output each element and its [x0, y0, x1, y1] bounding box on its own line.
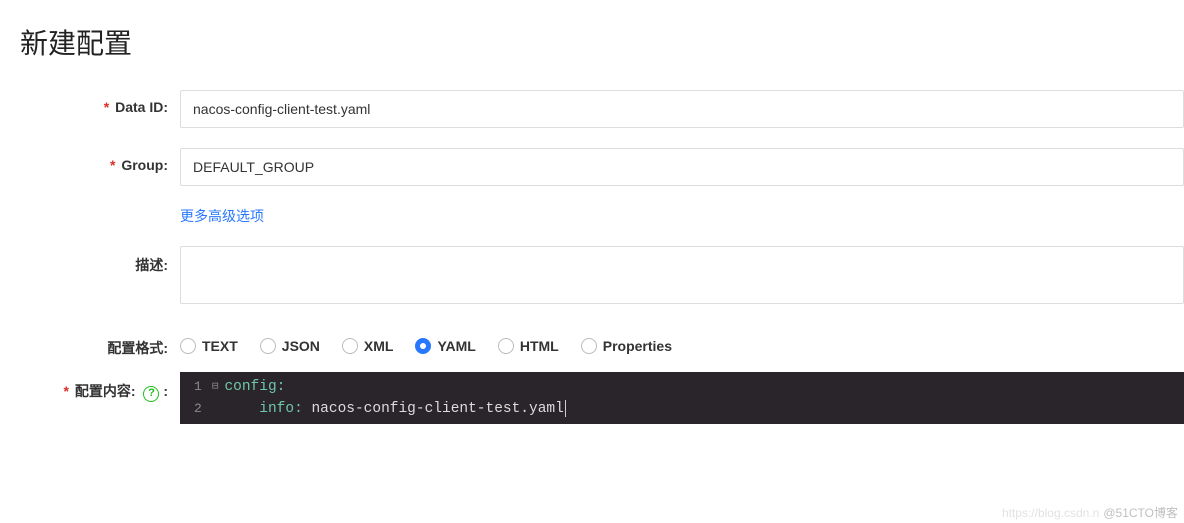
more-options-link[interactable]: 更多高级选项 — [180, 208, 264, 224]
row-group: * Group: — [0, 148, 1184, 186]
line-number: 1 — [194, 376, 202, 398]
radio-dot-icon — [581, 338, 597, 354]
format-radio-label: HTML — [520, 338, 559, 354]
format-radio-html[interactable]: HTML — [498, 338, 559, 354]
group-input[interactable] — [180, 148, 1184, 186]
radio-dot-icon — [415, 338, 431, 354]
format-radio-json[interactable]: JSON — [260, 338, 320, 354]
label-description: 描述: — [0, 246, 180, 275]
watermark-faint: https://blog.csdn.n — [1002, 506, 1099, 520]
code-line[interactable]: info: nacos-config-client-test.yaml — [224, 398, 565, 420]
required-asterisk: * — [64, 383, 69, 399]
editor-fold-column: ⊟ — [212, 372, 225, 424]
radio-dot-icon — [342, 338, 358, 354]
label-group: * Group: — [0, 148, 180, 173]
format-radio-label: JSON — [282, 338, 320, 354]
label-content-text: 配置内容: — [75, 383, 136, 399]
label-content: * 配置内容: ? : — [0, 372, 180, 402]
fold-marker-icon[interactable]: ⊟ — [212, 376, 219, 398]
format-radio-yaml[interactable]: YAML — [415, 338, 475, 354]
fold-marker-icon — [212, 398, 219, 420]
watermark-text: @51CTO博客 — [1103, 504, 1178, 521]
watermark: https://blog.csdn.n @51CTO博客 — [1002, 504, 1178, 521]
row-more-options: 更多高级选项 — [0, 206, 1184, 226]
label-content-colon: : — [163, 383, 168, 399]
code-line[interactable]: config: — [224, 376, 565, 398]
row-format: 配置格式: TEXT JSON XML YAML HTML Properties — [0, 329, 1184, 358]
format-radio-label: Properties — [603, 338, 672, 354]
config-form: * Data ID: * Group: 更多高级选项 描述: 配置格式: — [0, 90, 1184, 424]
text-caret — [565, 400, 566, 417]
format-radio-label: YAML — [437, 338, 475, 354]
help-icon[interactable]: ? — [143, 386, 159, 402]
description-textarea[interactable] — [180, 246, 1184, 304]
format-radio-xml[interactable]: XML — [342, 338, 394, 354]
label-data-id-text: Data ID: — [115, 99, 168, 115]
format-radio-text[interactable]: TEXT — [180, 338, 238, 354]
data-id-input[interactable] — [180, 90, 1184, 128]
row-data-id: * Data ID: — [0, 90, 1184, 128]
page-title: 新建配置 — [0, 0, 1184, 62]
editor-gutter: 12 — [180, 372, 212, 424]
label-format: 配置格式: — [0, 329, 180, 358]
format-radio-label: TEXT — [202, 338, 238, 354]
format-radio-group: TEXT JSON XML YAML HTML Properties — [180, 329, 1184, 354]
line-number: 2 — [194, 398, 202, 420]
format-radio-properties[interactable]: Properties — [581, 338, 672, 354]
label-format-text: 配置格式: — [107, 340, 168, 356]
row-content: * 配置内容: ? : 12 ⊟ config: info: nacos-con… — [0, 372, 1184, 424]
required-asterisk: * — [110, 157, 115, 173]
required-asterisk: * — [104, 99, 109, 115]
radio-dot-icon — [498, 338, 514, 354]
label-data-id: * Data ID: — [0, 90, 180, 115]
editor-lines[interactable]: config: info: nacos-config-client-test.y… — [224, 372, 565, 424]
radio-dot-icon — [260, 338, 276, 354]
config-content-editor[interactable]: 12 ⊟ config: info: nacos-config-client-t… — [180, 372, 1184, 424]
label-description-text: 描述: — [135, 257, 168, 273]
row-description: 描述: — [0, 246, 1184, 309]
label-group-text: Group: — [121, 157, 168, 173]
format-radio-label: XML — [364, 338, 394, 354]
radio-dot-icon — [180, 338, 196, 354]
